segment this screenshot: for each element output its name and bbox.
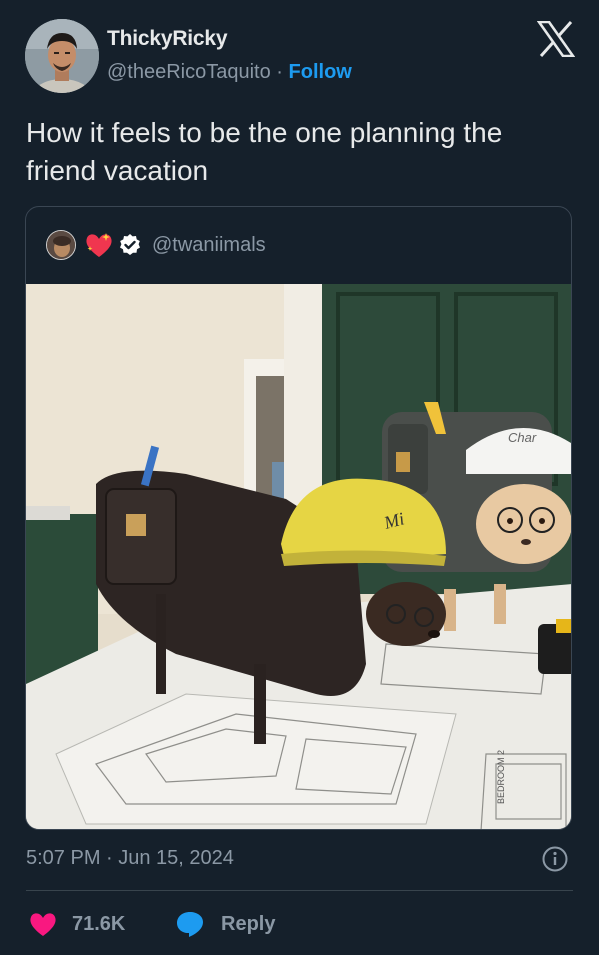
quoted-tweet-header: @twaniimals xyxy=(46,229,266,261)
author-avatar[interactable] xyxy=(25,19,99,93)
author-display-name[interactable]: ThickyRicky xyxy=(107,27,228,51)
quoted-avatar[interactable] xyxy=(46,230,76,260)
photo-blueprint-label: BEDROOM 2 xyxy=(496,750,506,804)
x-logo-icon[interactable] xyxy=(537,21,575,57)
author-handle[interactable]: @theeRicoTaquito xyxy=(107,61,271,83)
action-divider xyxy=(26,890,573,891)
quoted-handle[interactable]: @twaniimals xyxy=(152,234,266,257)
info-icon[interactable] xyxy=(541,845,569,873)
like-count: 71.6K xyxy=(72,912,126,935)
avatar-image xyxy=(25,19,99,93)
quoted-tweet-card[interactable]: @twaniimals BEDROOM 2 Char Mi xyxy=(25,206,572,830)
photo-power-tool-accent xyxy=(556,619,571,633)
tweet-timestamp[interactable]: 5:07 PM · Jun 15, 2024 xyxy=(26,847,234,870)
quoted-avatar-image xyxy=(47,231,75,259)
quoted-photo[interactable]: BEDROOM 2 Char Mi xyxy=(26,284,572,830)
handle-separator: · xyxy=(276,61,283,83)
photo-helmet-label-right: Char xyxy=(508,430,537,445)
verified-badge-icon xyxy=(120,234,140,255)
sparkle-heart-icon xyxy=(86,233,112,257)
tweet-text: How it feels to be the one planning the … xyxy=(26,117,503,186)
reply-label: Reply xyxy=(221,912,276,935)
author-handle-row: @theeRicoTaquito · Follow xyxy=(107,61,352,84)
follow-button[interactable]: Follow xyxy=(289,61,352,83)
photo-counter xyxy=(26,506,70,520)
heart-icon xyxy=(30,913,56,936)
reply-button[interactable]: Reply xyxy=(175,909,275,939)
reply-bubble-icon xyxy=(177,912,203,937)
like-button[interactable]: 71.6K xyxy=(28,909,125,939)
